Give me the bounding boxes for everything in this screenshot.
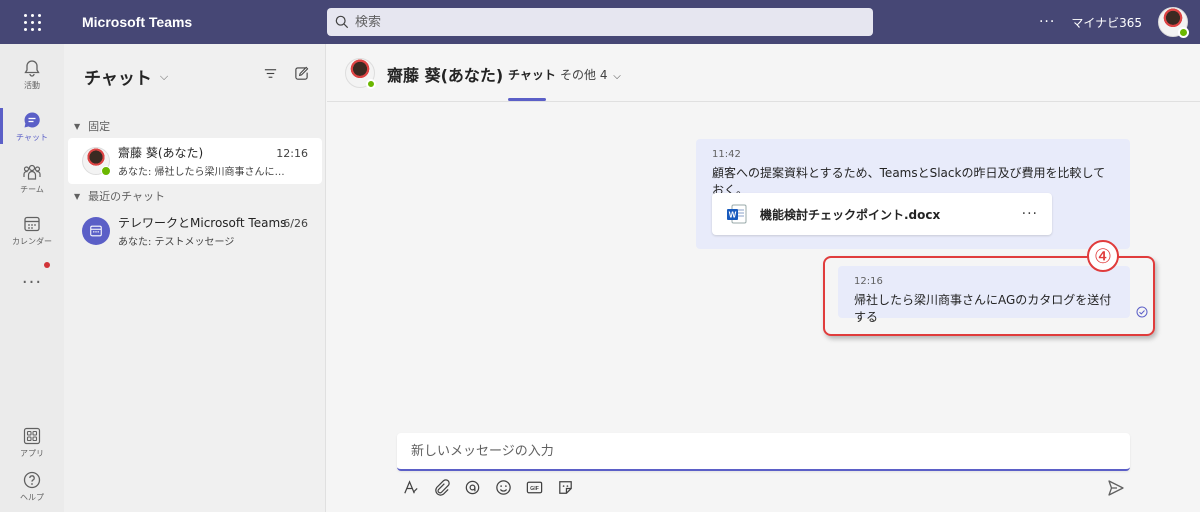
- calendar-icon: [24, 216, 40, 231]
- message-input[interactable]: [397, 433, 1130, 469]
- chat-item-self[interactable]: 齋藤 葵(あなた) あなた: 帰社したら梁川商事さんにA... 12:16: [68, 138, 322, 184]
- help-icon: [23, 471, 41, 488]
- active-tab-indicator: [508, 98, 546, 101]
- composer-toolbar: GIF: [401, 478, 575, 497]
- tab-label: その他 4: [560, 68, 608, 82]
- rail-item-chat[interactable]: チャット: [0, 100, 64, 152]
- chat-icon: [24, 111, 40, 127]
- chat-time: 6/26: [283, 217, 308, 230]
- teams-icon: [23, 164, 41, 180]
- rail-item-teams[interactable]: チーム: [0, 152, 64, 204]
- attach-icon[interactable]: [432, 478, 451, 497]
- app-launcher-button[interactable]: [0, 0, 64, 44]
- section-recent[interactable]: ▼ 最近のチャット: [74, 188, 165, 204]
- collapse-icon: ▼: [74, 191, 81, 201]
- waffle-icon: [23, 13, 41, 31]
- rail-item-label: カレンダー: [12, 236, 52, 246]
- rail-item-label: アプリ: [20, 448, 44, 458]
- tab-chat[interactable]: チャット: [508, 66, 556, 83]
- chevron-down-icon: ⌵: [613, 71, 621, 82]
- chat-time: 12:16: [276, 147, 308, 160]
- avatar: [82, 217, 110, 245]
- title-bar: Microsoft Teams ··· マイナビ365: [0, 0, 1200, 44]
- filter-icon[interactable]: [263, 66, 278, 81]
- conversation-header: 齋藤 葵(あなた) チャット その他 4 ⌵: [327, 44, 1200, 102]
- chat-list-title: チャット: [84, 69, 152, 89]
- new-chat-icon[interactable]: [294, 66, 309, 81]
- rail-item-help[interactable]: ヘルプ: [0, 460, 64, 512]
- collapse-icon: ▼: [74, 121, 81, 131]
- bell-icon: [24, 59, 40, 77]
- format-icon[interactable]: [401, 478, 420, 497]
- rail-item-label: チャット: [16, 132, 48, 142]
- file-name[interactable]: 機能検討チェックポイント.docx: [760, 206, 1022, 223]
- avatar: [82, 147, 111, 176]
- rail-item-label: チーム: [20, 184, 44, 194]
- section-pinned[interactable]: ▼ 固定: [74, 118, 110, 134]
- loop-icon[interactable]: [463, 478, 482, 497]
- app-title: Microsoft Teams: [82, 14, 193, 30]
- calendar-icon: [90, 225, 102, 237]
- more-options-button[interactable]: ···: [1039, 14, 1055, 30]
- rail-item-calendar[interactable]: カレンダー: [0, 204, 64, 256]
- send-icon[interactable]: [1106, 478, 1126, 498]
- message-composer[interactable]: [397, 433, 1130, 471]
- rail-item-label: 活動: [24, 80, 40, 90]
- file-attachment[interactable]: W 機能検討チェックポイント.docx ···: [712, 193, 1052, 235]
- rail-item-label: ヘルプ: [20, 492, 44, 502]
- conversation-pane: 齋藤 葵(あなた) チャット その他 4 ⌵ 11:42 顧客への提案資料とする…: [327, 44, 1200, 512]
- search-icon: [335, 15, 349, 29]
- app-bar: 活動 チャット チーム カレンダー ··· アプリ ヘルプ: [0, 44, 64, 512]
- sticker-icon[interactable]: [556, 478, 575, 497]
- chevron-down-icon: ⌵: [159, 69, 169, 83]
- apps-icon: [23, 427, 41, 444]
- search-input[interactable]: [355, 14, 835, 30]
- search-box[interactable]: [327, 8, 873, 36]
- profile-avatar[interactable]: [1158, 7, 1189, 38]
- chat-list-header[interactable]: チャット ⌵: [84, 64, 168, 89]
- org-name: マイナビ365: [1071, 15, 1142, 30]
- gif-icon[interactable]: GIF: [525, 478, 544, 497]
- notification-dot: [44, 262, 50, 268]
- section-label: 最近のチャット: [88, 190, 166, 203]
- chat-preview: あなた: テストメッセージ: [118, 237, 235, 248]
- svg-text:W: W: [729, 211, 737, 220]
- svg-text:GIF: GIF: [530, 486, 539, 492]
- annotation-number: ④: [1087, 240, 1119, 272]
- message-time: 11:42: [712, 149, 741, 160]
- presence-available-icon: [101, 166, 111, 176]
- chat-list-pane: チャット ⌵ ▼ 固定 齋藤 葵(あなた) あなた: 帰社したら梁川商事さんにA…: [64, 44, 326, 512]
- presence-available-icon: [1178, 27, 1189, 38]
- presence-available-icon: [366, 79, 376, 89]
- rail-item-activity[interactable]: 活動: [0, 48, 64, 100]
- tab-more[interactable]: その他 4 ⌵: [560, 66, 621, 83]
- section-label: 固定: [88, 120, 111, 133]
- message-bubble[interactable]: 11:42 顧客への提案資料とするため、TeamsとSlackの昨日及び費用を比…: [696, 139, 1130, 249]
- avatar[interactable]: [345, 58, 376, 89]
- file-more-button[interactable]: ···: [1022, 206, 1038, 222]
- chat-item-meeting[interactable]: テレワークとMicrosoft Teams あなた: テストメッセージ 6/26: [68, 208, 322, 254]
- conversation-title: 齋藤 葵(あなた): [387, 66, 504, 85]
- more-apps-button[interactable]: ···: [0, 272, 64, 293]
- chat-preview: あなた: 帰社したら梁川商事さんにA...: [118, 167, 290, 178]
- emoji-icon[interactable]: [494, 478, 513, 497]
- word-file-icon: W: [726, 203, 748, 225]
